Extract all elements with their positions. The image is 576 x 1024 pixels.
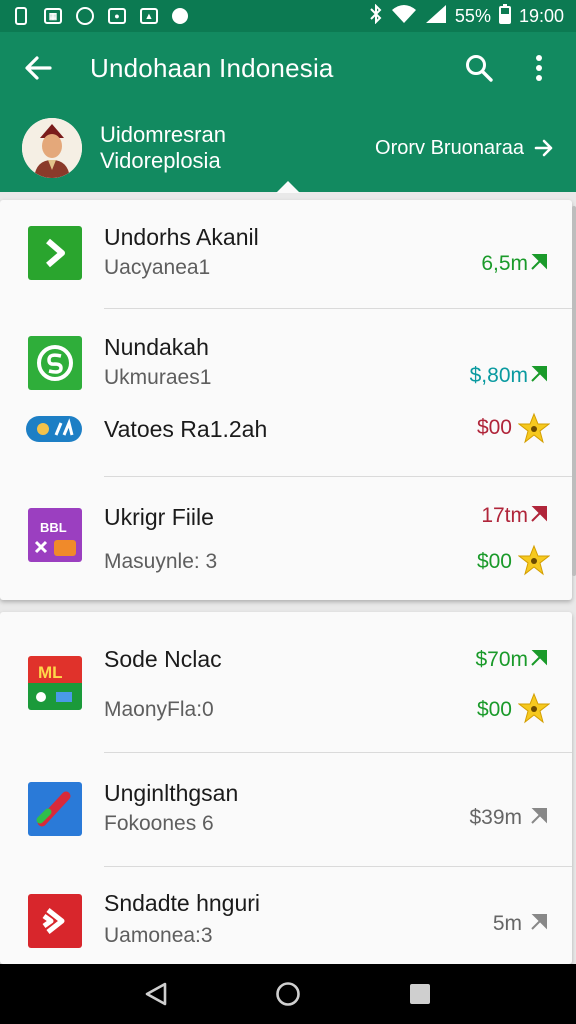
item-value: 5m (492, 912, 522, 935)
item-title: Ukrigr Fiile (104, 504, 214, 530)
profile-link-label: Ororv Bruonaraa (375, 136, 524, 159)
list-item[interactable]: Undorhs Akanil Uacyanea1 6,5m (0, 200, 572, 308)
arrow-app-icon (28, 226, 82, 280)
gallery-icon: ▦ (44, 8, 62, 24)
play-app-icon (28, 894, 82, 948)
page-title: Undohaan Indonesia (90, 52, 334, 83)
bluetooth-icon (369, 3, 383, 29)
s-app-icon (28, 336, 82, 390)
trend-up-icon (531, 914, 547, 930)
item-title: Vatoes Ra1.2ah (104, 416, 268, 442)
item-title: Nundakah (104, 334, 209, 360)
system-nav-bar (0, 964, 576, 1024)
item-title: Sndadte hnguri (104, 890, 261, 916)
item-title: Unginlthgsan (104, 780, 239, 806)
item-subtitle: Ukmuraes1 (104, 366, 212, 389)
star-badge-icon (518, 692, 550, 724)
trend-up-icon (531, 366, 547, 382)
circle-home-icon (276, 982, 300, 1006)
list-item[interactable]: Sndadte hnguri Uamonea:3 5m (0, 868, 572, 964)
profile-header: Uidomresran Vidoreplosia Ororv Bruonaraa (0, 104, 576, 193)
item-subtitle: Fokoones 6 (104, 812, 214, 835)
pill-app-icon (26, 416, 82, 442)
profile-subtitle: Vidoreplosia (100, 148, 221, 173)
item-value: $70m (475, 648, 528, 671)
list-card: ML Sode Nclac MaonyFla:0 $70m $00 Unginl… (0, 612, 572, 964)
wifi-icon (391, 4, 417, 29)
item-value-secondary: $00 (476, 698, 512, 721)
record-icon (172, 8, 188, 24)
item-value: 17tm (481, 504, 528, 527)
divider (104, 308, 572, 309)
ml-app-icon: ML (28, 656, 82, 710)
header-pointer (276, 181, 300, 193)
scrollbar[interactable] (572, 206, 576, 576)
trend-up-icon (531, 254, 547, 270)
list-item[interactable]: Nundakah Ukmuraes1 $,80m Vatoes Ra1.2ah … (0, 310, 572, 476)
square-recents-icon (410, 984, 430, 1004)
nav-recents-button[interactable] (400, 974, 440, 1014)
item-subtitle: Masuynle: 3 (104, 550, 218, 573)
item-value-secondary: $00 (476, 550, 512, 573)
list-item[interactable]: Unginlthgsan Fokoones 6 $39m (0, 754, 572, 866)
item-subtitle: Uacyanea1 (104, 256, 211, 279)
signal-icon (425, 4, 447, 29)
item-subtitle: Uamonea:3 (104, 924, 213, 947)
item-value: $,80m (469, 364, 528, 387)
list-card: Undorhs Akanil Uacyanea1 6,5m Nundakah U… (0, 200, 572, 600)
search-icon (466, 55, 493, 82)
image-icon: ▲ (140, 8, 158, 24)
svg-text:BBL: BBL (40, 520, 67, 535)
star-badge-icon (518, 412, 550, 444)
profile-name: Uidomresran (100, 122, 226, 147)
chat-icon (76, 7, 94, 25)
divider (104, 476, 572, 477)
nav-back-button[interactable] (136, 974, 176, 1014)
item-value: $00 (476, 416, 512, 439)
search-button[interactable] (462, 51, 496, 85)
divider (104, 752, 572, 753)
more-vert-icon (536, 55, 542, 81)
back-arrow-icon (25, 56, 52, 80)
divider (104, 866, 572, 867)
triangle-back-icon (145, 982, 167, 1006)
tools-app-icon (28, 782, 82, 836)
trend-up-icon (531, 506, 547, 522)
sim-icon (12, 7, 30, 25)
back-button[interactable] (20, 50, 56, 86)
clock: 19:00 (518, 5, 564, 26)
avatar[interactable] (22, 118, 82, 178)
list-item[interactable]: ML Sode Nclac MaonyFla:0 $70m $00 (0, 612, 572, 752)
battery-level: 55% (454, 5, 491, 26)
bag-icon: ● (108, 8, 126, 24)
item-value: 6,5m (481, 252, 528, 275)
item-title: Undorhs Akanil (104, 224, 259, 250)
nav-home-button[interactable] (268, 974, 308, 1014)
status-bar: ▦ ● ▲ 55% 19:00 (0, 0, 576, 32)
item-value: $39m (469, 806, 522, 829)
list-item[interactable]: BBL Ukrigr Fiile Masuynle: 3 17tm $00 (0, 478, 572, 600)
profile-link[interactable]: Ororv Bruonaraa (375, 137, 554, 160)
trend-up-icon (531, 808, 547, 824)
grid-app-icon: BBL (28, 508, 82, 562)
star-badge-icon (518, 544, 550, 576)
trend-up-icon (531, 650, 547, 666)
person-avatar-icon (22, 118, 82, 178)
overflow-menu-button[interactable] (522, 51, 556, 85)
item-subtitle: MaonyFla:0 (104, 698, 214, 721)
arrow-right-icon (534, 139, 553, 157)
svg-text:ML: ML (38, 663, 63, 682)
app-bar: Undohaan Indonesia Uidomresran Vidoreplo… (0, 32, 576, 193)
item-title: Sode Nclac (104, 646, 222, 672)
battery-icon (498, 3, 511, 29)
notification-icons: ▦ ● ▲ (12, 7, 188, 25)
